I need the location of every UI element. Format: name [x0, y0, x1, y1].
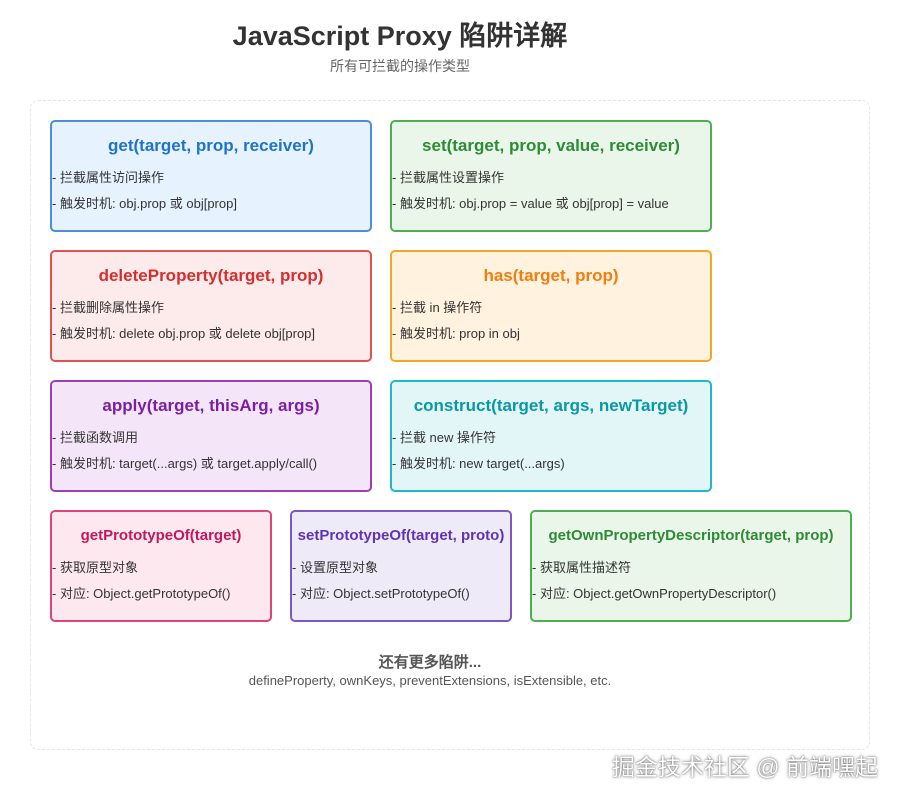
trap-name: set(target, prop, value, receiver) [422, 136, 680, 155]
trap-name: get(target, prop, receiver) [108, 136, 314, 155]
trap-trigger: - 触发时机: obj.prop = value 或 obj[prop] = v… [392, 196, 669, 211]
trap-description: - 获取属性描述符 [532, 560, 631, 575]
trap-card-set-prototype-of: setPrototypeOf(target, proto) - 设置原型对象 -… [290, 510, 512, 622]
trap-name: getOwnPropertyDescriptor(target, prop) [548, 527, 834, 544]
trap-card-delete-property: deleteProperty(target, prop) - 拦截删除属性操作 … [50, 250, 372, 362]
trap-name: getPrototypeOf(target) [80, 527, 242, 544]
page-subtitle: 所有可拦截的操作类型 [330, 58, 470, 74]
trap-name: has(target, prop) [483, 266, 619, 285]
trap-trigger: - 触发时机: delete obj.prop 或 delete obj[pro… [52, 326, 316, 341]
trap-card-construct: construct(target, args, newTarget) - 拦截 … [390, 380, 712, 492]
trap-trigger: - 对应: Object.getPrototypeOf() [52, 586, 231, 601]
trap-trigger: - 触发时机: target(...args) 或 target.apply/c… [52, 456, 318, 471]
page-title: JavaScript Proxy 陷阱详解 [232, 21, 568, 51]
trap-description: - 设置原型对象 [292, 560, 378, 575]
trap-trigger: - 对应: Object.getOwnPropertyDescriptor() [532, 586, 777, 601]
trap-description: - 拦截函数调用 [52, 430, 138, 445]
trap-name: deleteProperty(target, prop) [98, 266, 324, 285]
trap-description: - 拦截属性访问操作 [52, 170, 164, 185]
more-traps-list: defineProperty, ownKeys, preventExtensio… [248, 673, 612, 688]
trap-card-get-own-property-descriptor: getOwnPropertyDescriptor(target, prop) -… [530, 510, 852, 622]
trap-description: - 拦截属性设置操作 [392, 170, 504, 185]
trap-trigger: - 触发时机: obj.prop 或 obj[prop] [52, 196, 237, 211]
watermark: 掘金技术社区 @ 前端嘿起 [611, 754, 878, 780]
trap-trigger: - 触发时机: new target(...args) [392, 456, 565, 471]
trap-card-set: set(target, prop, value, receiver) - 拦截属… [390, 120, 712, 232]
trap-name: construct(target, args, newTarget) [413, 396, 689, 415]
trap-card-get: get(target, prop, receiver) - 拦截属性访问操作 -… [50, 120, 372, 232]
trap-description: - 获取原型对象 [52, 560, 138, 575]
trap-description: - 拦截删除属性操作 [52, 300, 164, 315]
trap-trigger: - 对应: Object.setPrototypeOf() [292, 586, 470, 601]
trap-card-get-prototype-of: getPrototypeOf(target) - 获取原型对象 - 对应: Ob… [50, 510, 272, 622]
trap-card-has: has(target, prop) - 拦截 in 操作符 - 触发时机: pr… [390, 250, 712, 362]
trap-name: apply(target, thisArg, args) [102, 396, 320, 415]
trap-card-apply: apply(target, thisArg, args) - 拦截函数调用 - … [50, 380, 372, 492]
trap-trigger: - 触发时机: prop in obj [392, 326, 520, 341]
trap-description: - 拦截 in 操作符 [392, 300, 483, 315]
more-traps-heading: 还有更多陷阱... [378, 654, 482, 671]
trap-name: setPrototypeOf(target, proto) [297, 527, 505, 544]
trap-description: - 拦截 new 操作符 [392, 430, 497, 445]
